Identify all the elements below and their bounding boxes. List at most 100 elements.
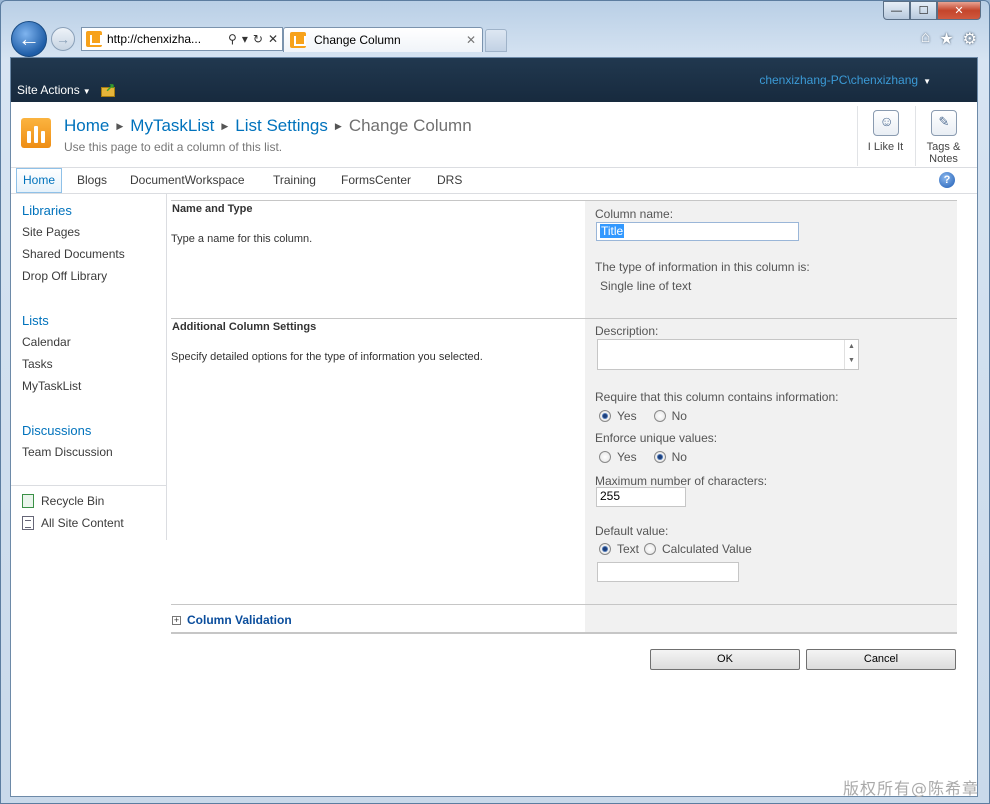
default-text-label: Text	[617, 542, 640, 556]
tab-blogs[interactable]: Blogs	[71, 168, 113, 193]
ql-item-calendar[interactable]: Calendar	[22, 335, 71, 349]
ql-discussions-heading[interactable]: Discussions	[22, 423, 91, 438]
home-icon[interactable]: ⌂	[921, 29, 931, 49]
breadcrumb-home[interactable]: Home	[64, 116, 109, 135]
tags-label-line1: Tags &	[926, 141, 961, 153]
address-text[interactable]: http://chenxizha...	[107, 32, 228, 46]
ribbon-bar: Site Actions ▼ ↗ chenxizhang-PC\chenxizha…	[11, 58, 977, 102]
recycle-bin-link[interactable]: Recycle Bin	[22, 494, 104, 508]
expand-plus-icon: +	[172, 614, 181, 625]
ql-item-site-pages[interactable]: Site Pages	[22, 225, 80, 239]
column-name-input[interactable]: Title	[596, 222, 799, 241]
all-site-content-link[interactable]: All Site Content	[22, 516, 124, 530]
recycle-bin-label: Recycle Bin	[41, 494, 105, 508]
breadcrumb-arrow-icon: ▶	[221, 121, 229, 131]
back-button[interactable]: ←	[11, 21, 47, 57]
all-site-content-icon	[22, 516, 34, 530]
stop-icon[interactable]: ✕	[268, 32, 278, 46]
unique-yes-radio[interactable]	[599, 451, 611, 463]
require-no-label: No	[671, 409, 687, 423]
ql-item-tasks[interactable]: Tasks	[22, 357, 53, 371]
ok-button[interactable]: OK	[650, 649, 800, 670]
column-name-value: Title	[600, 224, 625, 238]
unique-no-label: No	[671, 450, 687, 464]
ql-item-shared-documents[interactable]: Shared Documents	[22, 247, 125, 261]
close-window-button[interactable]: ✕	[937, 1, 981, 20]
site-actions-label: Site Actions	[17, 83, 80, 97]
ql-libraries-heading[interactable]: Libraries	[22, 203, 72, 218]
refresh-icon[interactable]: ↻	[253, 32, 263, 46]
tab-home[interactable]: Home	[16, 168, 63, 193]
top-navigation: Home Blogs DocumentWorkspace Training Fo…	[11, 168, 977, 194]
unique-no-radio[interactable]	[653, 451, 666, 463]
tab-training[interactable]: Training	[267, 168, 322, 193]
tab-close-icon[interactable]: ✕	[466, 33, 476, 47]
description-label: Description:	[595, 324, 659, 338]
tab-drs[interactable]: DRS	[431, 168, 468, 193]
maximize-button[interactable]: ☐	[910, 1, 937, 20]
default-value-label: Default value:	[595, 524, 669, 538]
column-validation-toggle[interactable]: + Column Validation	[172, 613, 292, 627]
tools-gear-icon[interactable]: ⚙	[963, 29, 977, 49]
search-icon[interactable]: ⚲	[228, 32, 237, 46]
max-chars-input[interactable]: 255	[596, 487, 686, 507]
require-yes-radio[interactable]	[599, 410, 611, 422]
new-tab-button[interactable]	[485, 29, 507, 52]
window-controls: — ☐ ✕	[883, 1, 981, 20]
recycle-bin-icon	[22, 494, 34, 508]
page-description: Use this page to edit a column of this l…	[64, 140, 283, 154]
favorites-icon[interactable]: ★	[939, 29, 953, 49]
default-value-input[interactable]	[597, 562, 739, 582]
name-type-fields: Column name: Title The type of informati…	[585, 201, 957, 318]
require-no-radio[interactable]	[653, 410, 666, 422]
address-bar[interactable]: http://chenxizha... ⚲ ▾ ↻ ✕	[81, 27, 283, 51]
tab-formscenter[interactable]: FormsCenter	[335, 168, 417, 193]
favicon-icon	[86, 31, 102, 47]
breadcrumb-list[interactable]: MyTaskList	[130, 116, 214, 135]
ql-item-mytasklist[interactable]: MyTaskList	[22, 379, 81, 393]
name-type-info: Name and Type Type a name for this colum…	[171, 201, 585, 318]
column-validation-label: Column Validation	[187, 613, 292, 627]
site-actions-menu[interactable]: Site Actions ▼	[17, 83, 91, 97]
additional-settings-fields: Description: ▲ ▼ Require that this column…	[585, 319, 957, 604]
description-textarea[interactable]: ▲ ▼	[597, 339, 859, 370]
tags-notes-button[interactable]: Tags & Notes	[915, 106, 971, 166]
tab-favicon-icon	[290, 32, 306, 48]
breadcrumb-arrow-icon: ▶	[116, 121, 124, 131]
page-title: Change Column	[348, 116, 472, 135]
default-calculated-radio[interactable]	[644, 543, 657, 555]
additional-settings-section: Additional Column Settings Specify detai…	[171, 318, 957, 604]
require-label: Require that this column contains inform…	[595, 390, 839, 404]
default-text-radio[interactable]	[599, 543, 611, 555]
unique-yes-label: Yes	[617, 450, 637, 464]
ql-item-drop-off-library[interactable]: Drop Off Library	[22, 269, 107, 283]
tab-documentworkspace[interactable]: DocumentWorkspace	[124, 168, 251, 193]
tags-notes-icon	[930, 110, 957, 136]
site-logo-icon[interactable]	[21, 118, 51, 148]
user-name: chenxizhang-PC\chenxizhang	[759, 73, 919, 87]
user-menu[interactable]: chenxizhang-PC\chenxizhang ▼	[759, 73, 931, 87]
chevron-down-icon: ▼	[82, 87, 91, 96]
additional-settings-title: Additional Column Settings	[172, 321, 317, 333]
tags-label-line2: Notes	[929, 153, 958, 165]
title-area: Home ▶ MyTaskList ▶ List Settings ▶ Change Col…	[11, 102, 977, 168]
type-info-label: The type of information in this column i…	[595, 260, 810, 274]
browser-tab[interactable]: Change Column ✕	[283, 27, 483, 52]
i-like-it-button[interactable]: I Like It	[857, 106, 913, 166]
ql-lists-heading[interactable]: Lists	[22, 313, 49, 328]
minimize-button[interactable]: —	[883, 1, 910, 20]
help-icon[interactable]: ?	[939, 172, 955, 188]
forward-button[interactable]: →	[51, 27, 75, 51]
i-like-it-label: I Like It	[867, 141, 904, 153]
tab-title: Change Column	[314, 33, 401, 47]
dropdown-icon[interactable]: ▾	[242, 32, 248, 46]
additional-settings-description: Specify detailed options for the type of…	[171, 351, 483, 363]
cancel-button[interactable]: Cancel	[806, 649, 956, 670]
unique-label: Enforce unique values:	[595, 431, 718, 445]
column-validation-left: + Column Validation	[171, 605, 585, 632]
ql-item-team-discussion[interactable]: Team Discussion	[22, 445, 113, 459]
textarea-scrollbar[interactable]: ▲ ▼	[844, 340, 858, 369]
address-icons: ⚲ ▾ ↻ ✕	[228, 32, 282, 46]
breadcrumb-settings[interactable]: List Settings	[235, 116, 328, 135]
navigate-up-icon[interactable]: ↗	[101, 81, 117, 97]
